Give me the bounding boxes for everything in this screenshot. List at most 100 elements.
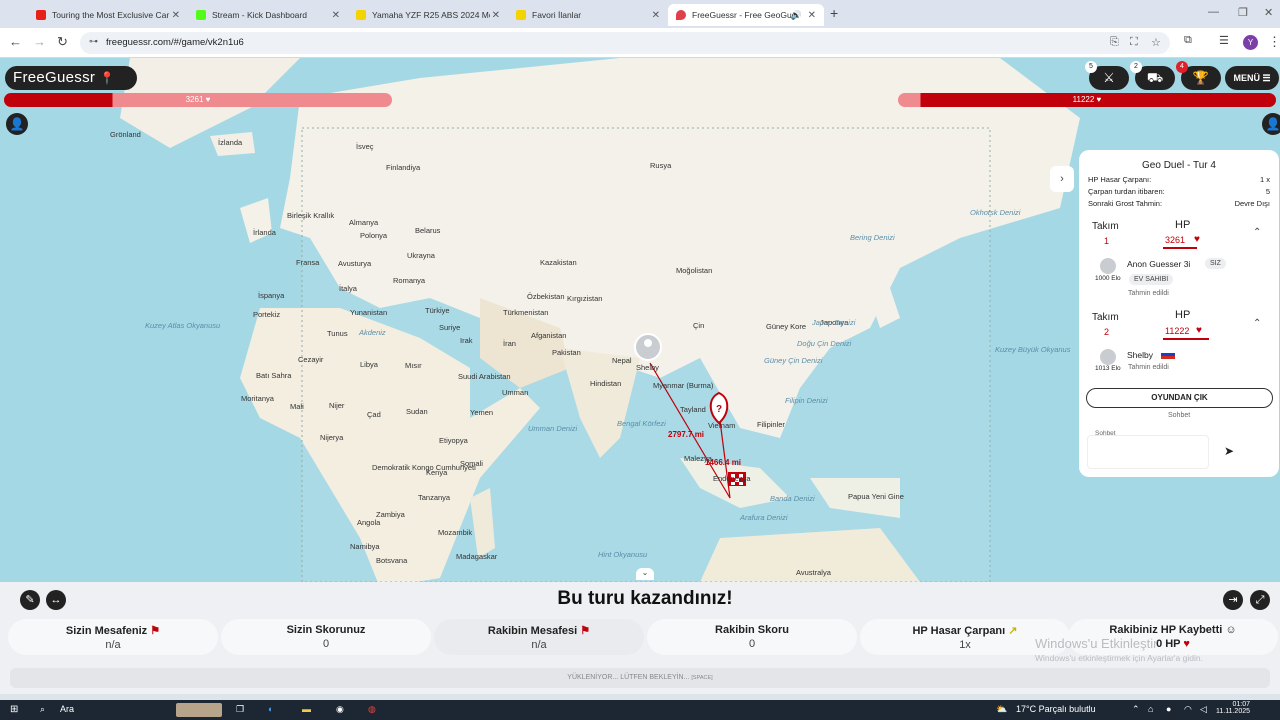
row-value: 1 x [1259, 175, 1270, 184]
browser-tab-kick[interactable]: Stream - Kick Dashboard ✕ [188, 4, 348, 26]
speaker-icon[interactable]: 🔊 [791, 10, 802, 21]
url-text[interactable]: freeguessr.com/#/game/vk2n1u6 [106, 37, 244, 48]
browser-tab-youtube[interactable]: Touring the Most Exclusive Car ✕ [28, 4, 188, 26]
translate-icon[interactable]: ⛶ [1130, 36, 1138, 49]
map-label: Mısır [405, 361, 422, 370]
chevron-up-icon[interactable]: ⌃ [1253, 227, 1261, 238]
site-info-icon[interactable]: ⊶ [89, 36, 98, 47]
avatar [1100, 258, 1116, 274]
address-bar-row: ← → ↻ ⊶ freeguessr.com/#/game/vk2n1u6 ⎘ … [0, 28, 1280, 58]
search-icon[interactable]: ⌕ [40, 704, 45, 715]
omnibox[interactable]: ⊶ freeguessr.com/#/game/vk2n1u6 ⎘ ⛶ ☆ [80, 32, 1170, 54]
map-label: 1466.4 mi [705, 458, 742, 467]
team1-user-icon[interactable]: 👤 [6, 113, 28, 135]
close-tab-icon[interactable]: ✕ [492, 10, 500, 21]
loading-text: YÜKLENİYOR... LÜTFEN BEKLEYİN... [567, 674, 690, 681]
team1-hp-line [1163, 247, 1197, 249]
file-explorer-icon[interactable]: ▬ [302, 704, 311, 714]
install-icon[interactable]: ⎘ [1110, 36, 1119, 49]
map-label: Yunanistan [350, 308, 388, 317]
chrome-menu-icon[interactable]: ⋮ [1268, 34, 1280, 50]
player-elo: 1000 Elo [1095, 275, 1121, 282]
network-icon[interactable]: ⌂ [1148, 704, 1153, 714]
map-label: Bengal Körfezi [617, 419, 666, 428]
team2-label: Takım [1092, 312, 1119, 323]
map-label: Pakistan [552, 348, 581, 357]
map-label: Suudi Arabistan [458, 372, 511, 381]
send-icon[interactable]: ➤ [1224, 444, 1234, 458]
map-label: İran [503, 339, 516, 348]
profile-avatar[interactable]: Y [1243, 35, 1258, 50]
team2-user-icon[interactable]: 👤 [1262, 113, 1280, 135]
activation-watermark-subtitle: Windows'u etkinleştirmek için Ayarlar'a … [1035, 653, 1203, 663]
close-tab-icon[interactable]: ✕ [808, 10, 816, 21]
collapse-panel-button[interactable]: › [1050, 166, 1074, 192]
windows-taskbar: ⊞ ⌕ Ara ❐ ◐ ▬ ◉ ◍ ⛅ 17°C Parçalı bulutlu… [0, 700, 1280, 720]
map-label: İtalya [339, 284, 357, 293]
team2-hp-label: HP [1175, 309, 1191, 321]
browser-tab-freeguessr[interactable]: FreeGuessr - Free GeoGues 🔊 ✕ [668, 4, 824, 26]
trend-up-icon: ↗ [1008, 625, 1018, 637]
chat-input[interactable] [1087, 435, 1209, 469]
reading-list-icon[interactable]: ☰ [1219, 34, 1229, 47]
exit-icon[interactable]: ⇥ [1223, 590, 1243, 610]
map-label: Hint Okyanusu [598, 550, 648, 559]
new-tab-button[interactable]: + [830, 5, 838, 21]
stat-value: 0 [748, 638, 756, 650]
extensions-icon[interactable]: ⧉ [1184, 34, 1192, 47]
close-tab-icon[interactable]: ✕ [332, 10, 340, 21]
chevron-up-icon[interactable]: ⌃ [1253, 318, 1261, 329]
team1-hp: 3261 [1165, 235, 1186, 245]
sahibinden-icon [356, 10, 366, 20]
back-icon[interactable]: ← [9, 34, 22, 49]
browser-tab-yamaha[interactable]: Yamaha YZF R25 ABS 2024 Mo ✕ [348, 4, 508, 26]
maximize-icon[interactable]: ❐ [1238, 6, 1248, 19]
close-tab-icon[interactable]: ✕ [172, 10, 180, 21]
leave-game-button[interactable]: OYUNDAN ÇIK [1086, 388, 1273, 408]
map-label: Nepal [612, 356, 632, 365]
edge-icon[interactable]: ◐ [268, 704, 273, 714]
svg-text:?: ? [716, 404, 722, 415]
app-icon[interactable]: ◉ [336, 704, 344, 715]
map-label: Güney Kore [766, 322, 807, 331]
freeguessr-logo[interactable]: FreeGuessr 📍 [5, 66, 137, 90]
mic-icon[interactable]: ● [1166, 704, 1171, 714]
weather-text[interactable]: 17°C Parçalı bulutlu [1016, 704, 1096, 714]
map-label: Kuzey Atlas Okyanusu [145, 321, 221, 330]
bookmark-star-icon[interactable]: ☆ [1151, 36, 1161, 49]
map-label: Kazakistan [540, 258, 577, 267]
forward-icon[interactable]: → [33, 34, 46, 49]
team2-number: 2 [1104, 327, 1110, 337]
team1-hp-label: HP [1175, 219, 1191, 231]
map-label: Özbekistan [527, 292, 565, 301]
close-tab-icon[interactable]: ✕ [652, 10, 660, 21]
taskbar-widget-image[interactable] [176, 703, 222, 717]
taskbar-search-label[interactable]: Ara [60, 704, 74, 714]
chat-tab[interactable]: Sohbet [1168, 412, 1190, 419]
chrome-icon[interactable]: ◍ [368, 704, 376, 715]
map-label: Japon Denizi [812, 318, 856, 327]
stat-label: Rakibin Mesafesi [487, 625, 578, 637]
menu-button[interactable]: MENÜ ☰ [1225, 66, 1279, 90]
browser-tab-favorites[interactable]: Favori İlanlar ✕ [508, 4, 668, 26]
you-badge: SIZ [1205, 258, 1226, 269]
tray-arrow-icon[interactable]: ⌃ [1132, 704, 1140, 715]
player-elo: 1013 Elo [1095, 365, 1121, 372]
windows-start-icon[interactable]: ⊞ [10, 704, 18, 715]
heart-icon: ♥ [1196, 325, 1202, 336]
wifi-icon[interactable]: ◠ [1184, 704, 1192, 715]
map-label: Yemen [470, 408, 494, 417]
stat-label: Rakibiniz HP Kaybetti [1109, 624, 1223, 636]
reload-icon[interactable]: ↻ [57, 34, 68, 50]
task-view-icon[interactable]: ❐ [236, 704, 244, 715]
minimize-icon[interactable]: — [1208, 6, 1219, 18]
clock[interactable]: 01:07 11.11.2025 [1216, 701, 1250, 715]
map-label: Cezayir [298, 355, 324, 364]
map-label: İspanya [258, 291, 285, 300]
fullscreen-icon[interactable]: ⤢ [1250, 590, 1270, 610]
chevron-down-icon[interactable]: ⌄ [636, 568, 654, 580]
map-label: Grönland [110, 130, 141, 139]
volume-icon[interactable]: ◁ [1200, 704, 1207, 715]
close-window-icon[interactable]: ✕ [1264, 6, 1273, 19]
map-label: Angola [357, 518, 381, 527]
